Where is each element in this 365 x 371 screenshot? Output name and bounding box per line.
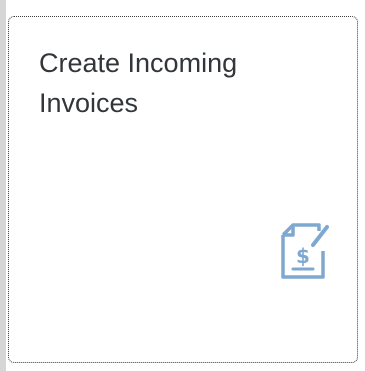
- svg-text:$: $: [296, 244, 310, 268]
- background-strip: [0, 0, 6, 371]
- app-tile-create-incoming-invoices[interactable]: Create Incoming Invoices $: [8, 16, 358, 363]
- tile-title: Create Incoming Invoices: [39, 48, 238, 118]
- invoice-dollar-icon: $: [279, 221, 333, 281]
